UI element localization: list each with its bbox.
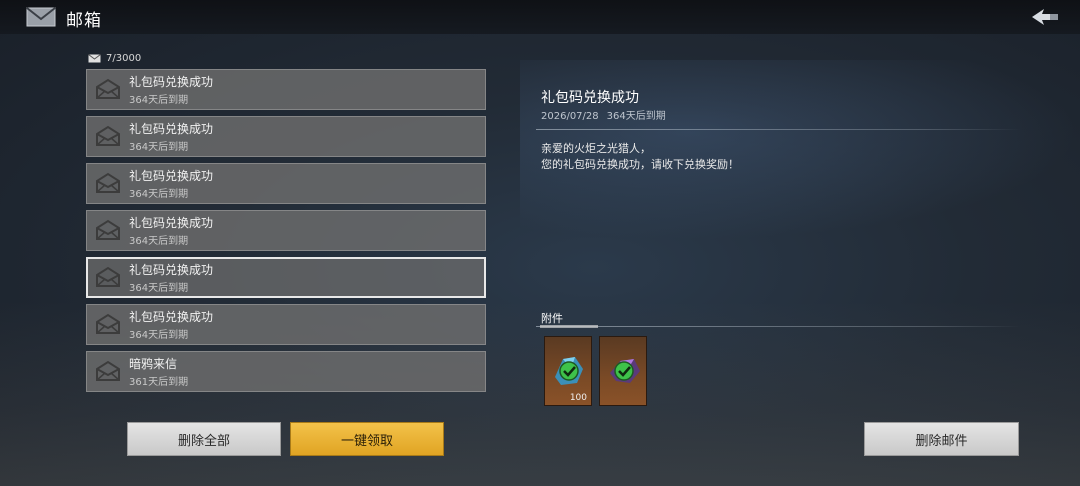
mail-expiry: 364天后到期 [129,330,189,341]
mailbox-screen: 邮箱 7/3000 礼包码兑换成功 364天后到期 礼包码兑换成功 364天后到… [0,0,1080,486]
blue-crystal-item-icon [555,357,583,385]
mail-list: 礼包码兑换成功 364天后到期 礼包码兑换成功 364天后到期 礼包码兑换成功 … [86,69,486,398]
mail-count-text: 7/3000 [106,53,142,64]
claim-all-button[interactable]: 一键领取 [290,422,444,456]
mail-title: 礼包码兑换成功 [129,75,214,89]
mail-title: 礼包码兑换成功 [129,169,214,183]
mail-expiry: 364天后到期 [129,283,189,294]
mail-expiry: 364天后到期 [129,142,189,153]
mail-list-item[interactable]: 礼包码兑换成功 364天后到期 [86,69,486,110]
top-bar: 邮箱 [0,0,1080,34]
small-mail-icon [88,54,101,63]
mail-list-item[interactable]: 礼包码兑换成功 364天后到期 [86,304,486,345]
mail-count: 7/3000 [88,53,141,64]
open-envelope-icon [96,219,120,240]
mail-list-item[interactable]: 礼包码兑换成功 364天后到期 [86,116,486,157]
mail-detail-body: 亲爱的火炬之光猎人， 您的礼包码兑换成功，请收下兑换奖励！ [541,141,739,173]
attachment-slot[interactable]: 100 [544,336,592,406]
mail-title: 礼包码兑换成功 [129,122,214,136]
mail-detail-expiry: 364天后到期 [606,111,666,122]
mail-icon [26,7,56,27]
mail-expiry: 364天后到期 [129,189,189,200]
open-envelope-icon [96,313,120,334]
open-envelope-icon [96,172,120,193]
mail-list-item-selected[interactable]: 礼包码兑换成功 364天后到期 [86,257,486,298]
mail-title: 礼包码兑换成功 [129,310,214,324]
mail-title: 礼包码兑换成功 [129,216,214,230]
page-title: 邮箱 [66,11,102,31]
mail-body-line: 亲爱的火炬之光猎人， [541,142,651,155]
mail-title: 暗鸦来信 [129,357,178,371]
mail-expiry: 361天后到期 [129,377,189,388]
mail-expiry: 364天后到期 [129,95,189,106]
attachment-slot[interactable] [599,336,647,406]
mail-body-line: 您的礼包码兑换成功，请收下兑换奖励！ [541,158,739,171]
divider [536,129,1021,130]
delete-mail-button[interactable]: 删除邮件 [864,422,1019,456]
mail-list-item[interactable]: 暗鸦来信 361天后到期 [86,351,486,392]
mail-list-item[interactable]: 礼包码兑换成功 364天后到期 [86,210,486,251]
attachment-quantity: 100 [569,393,587,403]
open-envelope-icon [96,360,120,381]
divider [536,325,1021,328]
mail-expiry: 364天后到期 [129,236,189,247]
mail-title: 礼包码兑换成功 [129,263,214,277]
mail-detail-date: 2026/07/28 [541,111,599,122]
attachments-label: 附件 [541,312,563,325]
mail-detail-meta: 2026/07/28 364天后到期 [541,107,666,122]
mail-list-item[interactable]: 礼包码兑换成功 364天后到期 [86,163,486,204]
open-envelope-icon [96,266,120,287]
mail-detail-title: 礼包码兑换成功 [541,90,639,106]
open-envelope-icon [96,125,120,146]
open-envelope-icon [96,78,120,99]
purple-crystal-item-icon [610,359,640,383]
delete-all-button[interactable]: 删除全部 [127,422,281,456]
back-arrow-icon[interactable] [1028,6,1062,28]
